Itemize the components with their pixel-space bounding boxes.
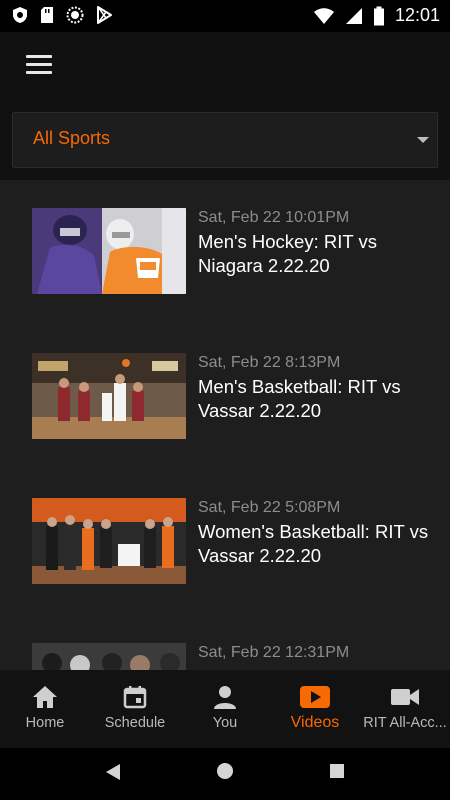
sport-filter-dropdown[interactable]: All Sports [12, 112, 438, 168]
system-navigation-bar [0, 748, 450, 800]
recents-icon[interactable] [329, 763, 345, 779]
nav-item-schedule[interactable]: Schedule [90, 670, 180, 748]
video-title: Women's Basketball: RIT vs Vassar 2.22.2… [198, 521, 429, 566]
wifi-icon [313, 7, 334, 24]
nav-item-videos[interactable]: Videos [270, 670, 360, 748]
status-time: 12:01 [394, 5, 440, 25]
video-meta: Sat, Feb 22 8:13PM Men's Basketball: RIT… [198, 353, 438, 423]
battery-icon [373, 6, 384, 25]
app-bar: All Sports [0, 32, 450, 180]
sync-circle-icon [66, 6, 84, 24]
video-thumbnail-hockey[interactable] [32, 208, 186, 294]
cell-signal-icon [345, 7, 362, 24]
video-list[interactable]: Sat, Feb 22 10:01PM Men's Hockey: RIT vs… [0, 180, 450, 670]
hamburger-menu-icon[interactable] [22, 50, 58, 78]
video-date: Sat, Feb 22 12:31PM [198, 644, 350, 661]
video-thumbnail-fourth[interactable] [32, 643, 186, 670]
video-date: Sat, Feb 22 10:01PM [198, 209, 350, 226]
play-store-icon [97, 6, 112, 24]
bottom-navigation: Home Schedule You Videos RIT All-Acc... [0, 670, 450, 748]
nav-item-rit-all-access[interactable]: RIT All-Acc... [360, 670, 450, 748]
nav-label: RIT All-Acc... [363, 715, 447, 731]
person-icon [214, 686, 236, 709]
videocam-icon [391, 689, 419, 705]
video-date: Sat, Feb 22 8:13PM [198, 354, 341, 371]
video-thumbnail-womens-basketball[interactable] [32, 498, 186, 584]
home-circle-icon[interactable] [216, 762, 234, 780]
chevron-down-icon [417, 137, 429, 143]
nav-item-you[interactable]: You [180, 670, 270, 748]
video-list-item[interactable]: Sat, Feb 22 8:13PM Men's Basketball: RIT… [0, 325, 450, 455]
video-date: Sat, Feb 22 5:08PM [198, 499, 341, 516]
sd-card-icon [41, 7, 53, 23]
video-meta: Sat, Feb 22 12:31PM [198, 643, 438, 665]
shield-icon [13, 7, 27, 23]
nav-label: Schedule [104, 715, 166, 731]
video-meta: Sat, Feb 22 5:08PM Women's Basketball: R… [198, 498, 438, 568]
nav-label: Videos [290, 714, 340, 731]
video-list-item[interactable]: Sat, Feb 22 5:08PM Women's Basketball: R… [0, 470, 450, 600]
video-play-icon [300, 686, 330, 708]
back-icon[interactable] [104, 762, 122, 782]
nav-label: You [212, 715, 238, 731]
video-title: Men's Basketball: RIT vs Vassar 2.22.20 [198, 376, 401, 421]
sport-filter-value: All Sports [33, 128, 111, 148]
video-thumbnail-mens-basketball[interactable] [32, 353, 186, 439]
home-icon [33, 686, 57, 708]
video-title: Men's Hockey: RIT vs Niagara 2.22.20 [198, 231, 377, 276]
status-right-icons: 12:01 [313, 5, 440, 26]
video-list-item[interactable]: Sat, Feb 22 10:01PM Men's Hockey: RIT vs… [0, 180, 450, 310]
status-bar: 12:01 [0, 0, 450, 32]
nav-item-home[interactable]: Home [0, 670, 90, 748]
nav-label: Home [25, 715, 65, 731]
video-meta: Sat, Feb 22 10:01PM Men's Hockey: RIT vs… [198, 208, 438, 278]
video-list-item[interactable]: Sat, Feb 22 12:31PM [0, 615, 450, 670]
status-left-icons [12, 6, 112, 24]
calendar-icon [123, 686, 147, 709]
